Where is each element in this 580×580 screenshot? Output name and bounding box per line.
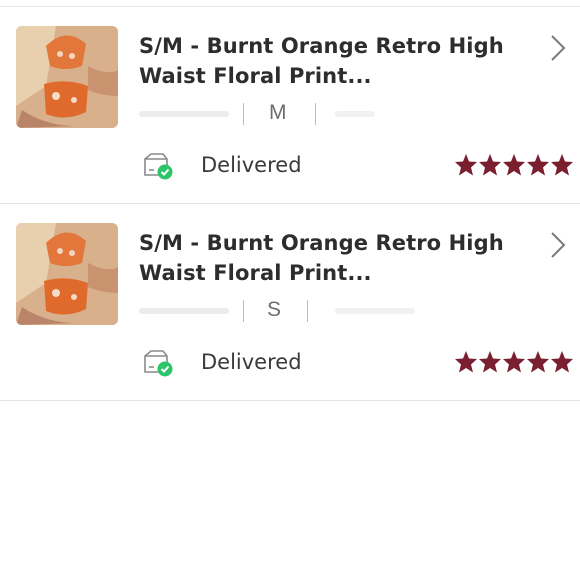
star-icon	[454, 153, 478, 177]
product-photo-image	[16, 26, 118, 128]
star-icon	[502, 153, 526, 177]
chevron-right-icon[interactable]	[548, 33, 568, 63]
meta-divider	[307, 300, 308, 322]
order-meta-row: M	[139, 101, 419, 127]
size-value: S	[267, 298, 282, 321]
star-icon	[478, 153, 502, 177]
product-thumbnail[interactable]	[16, 26, 118, 128]
chevron-right-icon[interactable]	[548, 230, 568, 260]
meta-divider	[243, 300, 244, 322]
redacted-text	[335, 308, 415, 314]
order-card[interactable]: S/M - Burnt Orange Retro High Waist Flor…	[0, 7, 580, 204]
rating-stars	[454, 350, 574, 376]
order-card[interactable]: S/M - Burnt Orange Retro High Waist Flor…	[0, 204, 580, 401]
order-meta-row: S	[139, 298, 419, 324]
star-icon	[526, 350, 550, 374]
order-history-page: S/M - Burnt Orange Retro High Waist Flor…	[0, 0, 580, 580]
status-label: Delivered	[201, 350, 302, 374]
redacted-text	[139, 308, 229, 314]
status-label: Delivered	[201, 153, 302, 177]
star-icon	[550, 350, 574, 374]
meta-divider	[243, 103, 244, 125]
meta-divider	[315, 103, 316, 125]
size-value: M	[269, 101, 287, 124]
product-thumbnail[interactable]	[16, 223, 118, 325]
star-icon	[478, 350, 502, 374]
package-delivered-icon	[142, 348, 174, 378]
star-icon	[526, 153, 550, 177]
redacted-text	[139, 111, 229, 117]
delivery-status: Delivered	[142, 151, 442, 181]
product-title[interactable]: S/M - Burnt Orange Retro High Waist Flor…	[139, 228, 529, 288]
star-icon	[502, 350, 526, 374]
package-delivered-icon	[142, 151, 174, 181]
product-title[interactable]: S/M - Burnt Orange Retro High Waist Flor…	[139, 31, 529, 91]
rating-stars	[454, 153, 574, 179]
redacted-text	[335, 111, 375, 117]
star-icon	[550, 153, 574, 177]
product-photo-image	[16, 223, 118, 325]
star-icon	[454, 350, 478, 374]
delivery-status: Delivered	[142, 348, 442, 378]
